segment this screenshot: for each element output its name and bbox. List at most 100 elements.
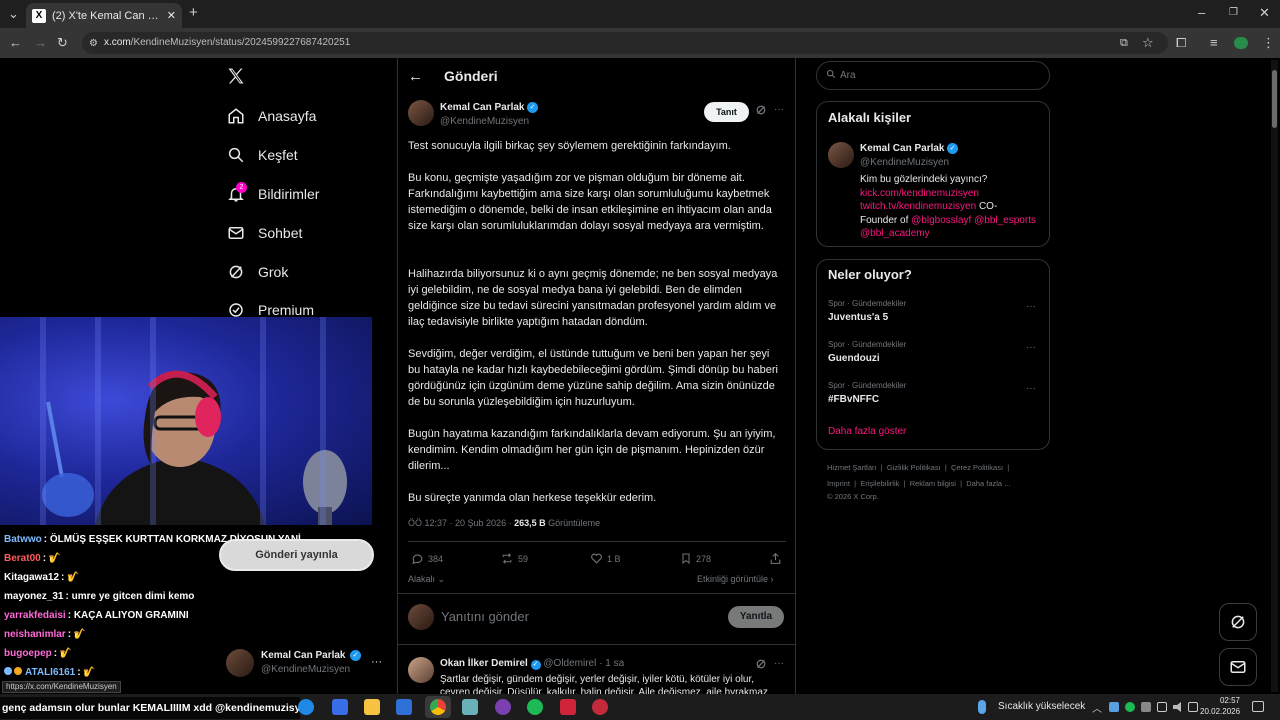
webcam-overlay (0, 317, 372, 525)
close-tab-icon[interactable]: ✕ (167, 9, 176, 22)
trends-title: Neler oluyor? (828, 267, 912, 282)
browser-menu-icon[interactable]: ⋮ (1262, 36, 1275, 50)
folder-icon[interactable] (364, 699, 380, 715)
scrollbar[interactable] (1271, 60, 1278, 692)
scrollbar-thumb[interactable] (1272, 70, 1277, 128)
nav-item-notifications[interactable]: 2 Bildirimler (227, 182, 319, 206)
streamer-app-icon[interactable] (560, 699, 576, 715)
nav-item-chat[interactable]: Sohbet (227, 221, 302, 245)
account-handle: @KendineMuzisyen (261, 664, 351, 675)
tray-app-icon[interactable] (1157, 702, 1167, 712)
more-options-icon[interactable]: ··· (774, 658, 784, 669)
bio-link[interactable]: kick.com/kendinemuzisyen (860, 187, 1045, 201)
store-icon[interactable] (332, 699, 348, 715)
search-icon (227, 146, 245, 164)
weather-text[interactable]: Sıcaklık yükselecek (998, 701, 1085, 712)
steam-icon[interactable] (1109, 702, 1119, 712)
extensions-icon[interactable]: ⧠ (1176, 36, 1186, 50)
window-close-icon[interactable]: ✕ (1259, 6, 1270, 20)
reply-input[interactable]: Yanıtını gönder (441, 609, 529, 624)
back-arrow-icon[interactable]: ← (408, 68, 423, 85)
more-options-icon[interactable]: ··· (774, 104, 784, 115)
obs-icon[interactable] (495, 699, 511, 715)
post-button[interactable]: Gönderi yayınla (219, 539, 374, 571)
forward-icon[interactable]: → (34, 36, 47, 50)
bio-link[interactable]: twitch.tv/kendinemuzisyen (860, 201, 976, 212)
chat-user: bugoepep (4, 648, 52, 659)
chat-badge-icon (14, 667, 22, 675)
profile-avatar[interactable] (1234, 37, 1248, 49)
install-app-icon[interactable]: ⧉ (1120, 36, 1128, 50)
reply-header: Okan İlker Demirel ✓ @Oldemirel · 1 sa (440, 658, 625, 670)
grok-icon[interactable] (755, 658, 767, 670)
show-more-link[interactable]: Daha fazla göster (828, 426, 906, 437)
mention-link[interactable]: @bbl_academy (860, 227, 1045, 241)
tray-app-icon[interactable] (1141, 702, 1151, 712)
tray-app-icon[interactable] (1125, 702, 1135, 712)
grok-float-button[interactable] (1219, 603, 1257, 641)
trend-item[interactable]: Guendouzi (828, 353, 880, 364)
tab-title: (2) X'te Kemal Can Parlak: "Test (52, 9, 161, 22)
media-icon[interactable]: ≡ (1210, 36, 1218, 50)
divider (408, 541, 786, 542)
mail-app-icon[interactable] (396, 699, 412, 715)
streamer-figure (42, 370, 347, 525)
account-avatar[interactable] (226, 649, 254, 677)
related-dropdown[interactable]: Alakalı ⌄ (408, 574, 445, 585)
nav-item-explore[interactable]: Keşfet (227, 143, 298, 167)
x-logo-icon[interactable] (226, 66, 246, 86)
trend-more-icon[interactable]: ··· (1026, 383, 1036, 394)
edge-icon[interactable] (298, 699, 314, 715)
reply-action[interactable]: 384 (411, 552, 443, 565)
trend-item[interactable]: #FBvNFFC (828, 394, 879, 405)
account-more-icon[interactable]: ··· (371, 656, 382, 668)
grok-icon[interactable] (755, 104, 767, 116)
bookmark-action[interactable]: 278 (680, 552, 711, 565)
reply-avatar[interactable] (408, 657, 434, 683)
author-handle[interactable]: @KendineMuzisyen (440, 116, 529, 127)
browser-tab[interactable]: X (2) X'te Kemal Can Parlak: "Test ✕ (26, 3, 182, 28)
person-name[interactable]: Kemal Can Parlak (860, 143, 945, 154)
related-title: Alakalı kişiler (828, 110, 912, 125)
clock-time[interactable]: 02:57 (1212, 696, 1240, 705)
search-icon (826, 69, 836, 79)
nav-label: Bildirimler (258, 186, 320, 202)
tab-search-icon[interactable]: ⌄ (8, 7, 19, 21)
recorder-icon[interactable] (592, 699, 608, 715)
promote-button[interactable]: Tanıt (704, 102, 749, 122)
bookmark-star-icon[interactable]: ☆ (1142, 36, 1154, 50)
tray-chevron-icon[interactable]: ︿ (1092, 700, 1102, 715)
share-icon[interactable] (769, 552, 782, 565)
like-action[interactable]: 1 B (590, 552, 621, 565)
author-avatar[interactable] (408, 100, 434, 126)
nav-item-home[interactable]: Anasayfa (227, 104, 316, 128)
back-icon[interactable]: ← (9, 36, 22, 50)
nav-label: Grok (258, 264, 289, 280)
messages-float-button[interactable] (1219, 648, 1257, 686)
mention-link[interactable]: @bbl_esports (974, 215, 1036, 226)
page-title: Gönderi (444, 68, 498, 84)
reply-button[interactable]: Yanıtla (728, 606, 784, 628)
notes-icon[interactable] (462, 699, 478, 715)
chrome-icon[interactable] (430, 699, 446, 715)
spotify-icon[interactable] (527, 699, 543, 715)
new-tab-icon[interactable]: + (189, 5, 198, 20)
restore-icon[interactable]: ❐ (1229, 6, 1238, 20)
repost-action[interactable]: 59 (500, 552, 528, 565)
nav-item-grok[interactable]: Grok (227, 260, 288, 284)
mention-link[interactable]: @blgbosslayf (911, 215, 971, 226)
view-activity-link[interactable]: Etkinliği görüntüle › (697, 574, 774, 584)
minimize-icon[interactable]: – (1198, 6, 1205, 20)
chat-user: Kitagawa12 (4, 572, 60, 583)
heart-icon (590, 552, 603, 565)
trend-more-icon[interactable]: ··· (1026, 342, 1036, 353)
trend-item[interactable]: Juventus'a 5 (828, 312, 888, 323)
person-avatar[interactable] (828, 142, 854, 168)
trend-more-icon[interactable]: ··· (1026, 301, 1036, 312)
network-icon[interactable] (1188, 702, 1198, 712)
notification-center-icon[interactable] (1252, 701, 1264, 712)
clock-date[interactable]: 20.02.2026 (1200, 707, 1240, 716)
site-info-icon[interactable]: ⚙ (89, 37, 98, 51)
reload-icon[interactable]: ↻ (57, 36, 68, 50)
author-name[interactable]: Kemal Can Parlak (440, 102, 525, 113)
